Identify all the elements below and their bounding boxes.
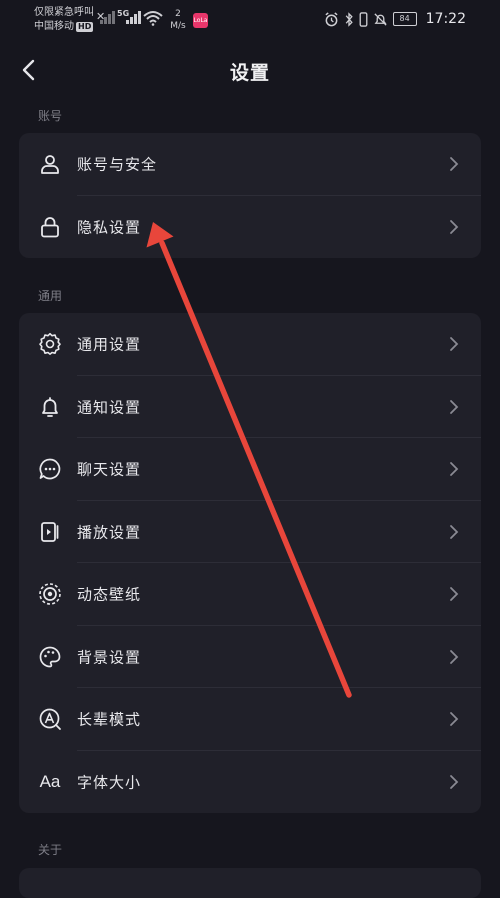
navigation-bar: 设置 (0, 46, 500, 96)
page-title: 设置 (229, 62, 270, 84)
settings-item-label: 播放设置 (77, 523, 142, 542)
settings-item-label: 通知设置 (77, 398, 142, 417)
app-notification-icon: LoLa (193, 13, 208, 28)
hd-badge: HD (76, 22, 94, 32)
settings-item-label: 背景设置 (77, 648, 142, 667)
bluetooth-icon (345, 11, 353, 27)
user-icon (38, 152, 62, 176)
status-bar: 仅限紧急呼叫 中国移动 HD ✕ 5G 2 M/s LoLa 84 17:22 (0, 0, 500, 46)
wifi-icon (143, 11, 163, 26)
settings-item-background[interactable]: 背景设置 (19, 626, 481, 688)
settings-item-label: 账号与安全 (77, 155, 158, 174)
settings-item-elder-mode[interactable]: 长辈模式 (19, 688, 481, 751)
chevron-right-icon (450, 524, 459, 539)
battery-icon: 84 (392, 12, 417, 26)
settings-item-notification[interactable]: 通知设置 (19, 376, 481, 438)
carrier-info: 仅限紧急呼叫 中国移动 HD (34, 6, 104, 34)
lock-icon (38, 215, 62, 239)
chevron-right-icon (450, 157, 459, 172)
wallpaper-icon (38, 582, 62, 606)
speed-value: 2 (175, 9, 181, 19)
chevron-right-icon (450, 219, 459, 234)
font-size-icon: Aa (38, 770, 62, 794)
chat-icon (38, 457, 62, 481)
chevron-right-icon (450, 399, 459, 414)
settings-item-label: 聊天设置 (77, 460, 142, 479)
chevron-right-icon (450, 587, 459, 602)
settings-item-chat[interactable]: 聊天设置 (19, 438, 481, 501)
section-label-account: 账号 (38, 109, 63, 123)
alarm-icon (325, 11, 338, 26)
settings-item-privacy[interactable]: 隐私设置 (19, 196, 481, 259)
settings-item-account-security[interactable]: 账号与安全 (19, 133, 481, 196)
signal-bars-icon-2 (126, 10, 142, 24)
chevron-right-icon (450, 337, 459, 352)
chevron-right-icon (450, 462, 459, 477)
section-label-about: 关于 (38, 843, 63, 857)
general-card: 通用设置 通知设置 聊天设置 播放设置 动态壁纸 背景设置 长辈模式 Aa 字体… (19, 313, 481, 813)
settings-item-live-wallpaper[interactable]: 动态壁纸 (19, 563, 481, 626)
settings-item-label: 通用设置 (77, 335, 142, 354)
account-card: 账号与安全 隐私设置 (19, 133, 481, 258)
settings-item-general[interactable]: 通用设置 (19, 313, 481, 376)
play-icon (38, 520, 62, 544)
chevron-right-icon (450, 774, 459, 789)
clock: 17:22 (425, 11, 466, 27)
font-size-glyph: Aa (39, 771, 61, 791)
chevron-right-icon (450, 712, 459, 727)
settings-item-label: 字体大小 (77, 773, 142, 792)
palette-icon (38, 645, 62, 669)
bell-icon (38, 395, 62, 419)
gear-icon (38, 332, 62, 356)
network-speed: 2 M/s (170, 8, 186, 32)
carrier-name: 中国移动 (34, 21, 74, 32)
settings-item-label: 长辈模式 (77, 710, 142, 729)
status-icons: 84 17:22 (324, 8, 466, 30)
speed-unit: M/s (170, 21, 186, 31)
elder-mode-icon (38, 707, 62, 731)
carrier-line2: 中国移动 HD (34, 20, 104, 34)
chevron-right-icon (450, 649, 459, 664)
mute-bell-icon (374, 12, 387, 26)
carrier-line1: 仅限紧急呼叫 (34, 7, 94, 18)
settings-item-playback[interactable]: 播放设置 (19, 501, 481, 563)
signal-bars-icon-1 (100, 10, 116, 24)
about-card (19, 868, 481, 898)
section-label-general: 通用 (38, 289, 63, 303)
settings-item-font-size[interactable]: Aa 字体大小 (19, 751, 481, 814)
settings-item-label: 动态壁纸 (77, 585, 142, 604)
vibrate-icon (359, 11, 368, 27)
settings-item-label: 隐私设置 (77, 218, 142, 237)
